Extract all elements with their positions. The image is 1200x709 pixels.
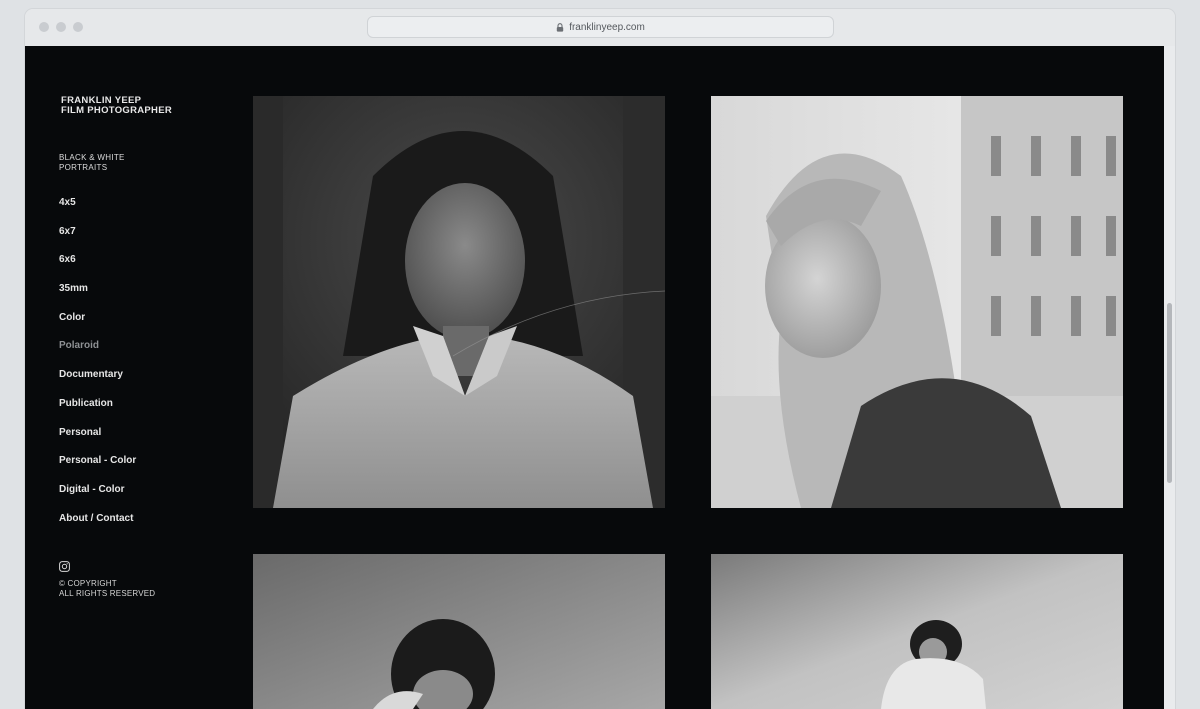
close-window-button[interactable] [39, 22, 49, 32]
gallery-nav: 4x5 6x7 6x6 35mm Color Polaroid Document… [59, 197, 229, 541]
nav-item-about-contact[interactable]: About / Contact [59, 513, 229, 542]
nav-item-4x5[interactable]: 4x5 [59, 197, 229, 226]
address-url: franklinyeep.com [569, 21, 645, 33]
minimize-window-button[interactable] [56, 22, 66, 32]
gallery-photo[interactable] [711, 96, 1123, 508]
lock-icon [556, 22, 564, 32]
nav-item-digital-color[interactable]: Digital - Color [59, 484, 229, 513]
nav-item-personal-color[interactable]: Personal - Color [59, 455, 229, 484]
site-logo[interactable]: FRANKLIN YEEP FILM PHOTOGRAPHER [61, 96, 229, 116]
window-controls [39, 22, 83, 32]
page-title-line1: BLACK & WHITE [59, 153, 125, 162]
nav-item-documentary[interactable]: Documentary [59, 369, 229, 398]
browser-window: franklinyeep.com FRANKLIN YEEP FILM PHOT… [25, 9, 1175, 709]
gallery-photo[interactable] [253, 554, 665, 709]
nav-item-publication[interactable]: Publication [59, 398, 229, 427]
nav-item-35mm[interactable]: 35mm [59, 283, 229, 312]
page-title: BLACK & WHITE PORTRAITS [59, 153, 229, 173]
nav-item-6x6[interactable]: 6x6 [59, 254, 229, 283]
copyright-notice: © COPYRIGHT ALL RIGHTS RESERVED [59, 579, 229, 599]
scrollbar-thumb[interactable] [1167, 303, 1172, 483]
brand-tagline: FILM PHOTOGRAPHER [61, 105, 173, 116]
browser-titlebar: franklinyeep.com [25, 9, 1175, 47]
address-bar[interactable]: franklinyeep.com [367, 16, 834, 38]
gallery-photo[interactable] [253, 96, 665, 508]
page-title-line2: PORTRAITS [59, 163, 108, 172]
nav-item-personal[interactable]: Personal [59, 427, 229, 456]
page-viewport: FRANKLIN YEEP FILM PHOTOGRAPHER BLACK & … [25, 46, 1164, 709]
sidebar: FRANKLIN YEEP FILM PHOTOGRAPHER BLACK & … [59, 96, 229, 599]
zoom-window-button[interactable] [73, 22, 83, 32]
copyright-line2: ALL RIGHTS RESERVED [59, 589, 156, 599]
nav-item-color[interactable]: Color [59, 312, 229, 341]
page-scrollbar[interactable] [1164, 46, 1175, 709]
nav-item-6x7[interactable]: 6x7 [59, 226, 229, 255]
instagram-icon[interactable] [59, 559, 70, 573]
gallery-photo[interactable] [711, 554, 1123, 709]
nav-item-polaroid[interactable]: Polaroid [59, 340, 229, 369]
copyright-line1: © COPYRIGHT [59, 579, 117, 589]
